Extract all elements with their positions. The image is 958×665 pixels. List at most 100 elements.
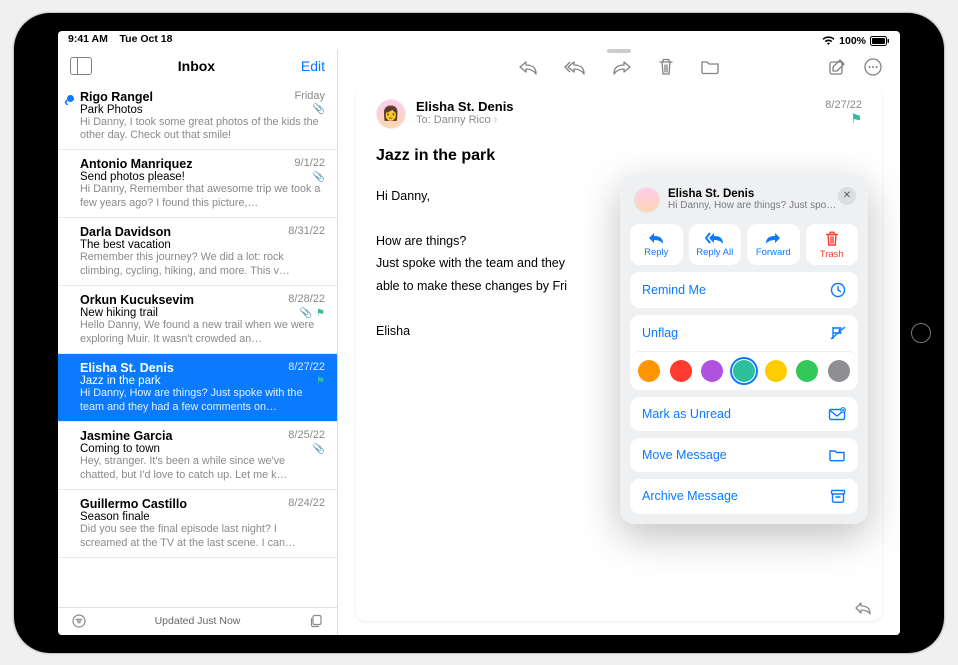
sheet-preview: Hi Danny, How are things? Just spoke… xyxy=(668,200,838,211)
row-sender: Elisha St. Denis xyxy=(80,361,174,375)
flag-icon[interactable]: ⚑ xyxy=(825,111,862,127)
unflag-button[interactable]: Unflag xyxy=(630,315,858,351)
battery-icon xyxy=(870,36,890,46)
message-row[interactable]: Guillermo Castillo8/24/22Season finaleDi… xyxy=(58,490,337,558)
remind-me-label: Remind Me xyxy=(642,283,706,297)
mark-unread-label: Mark as Unread xyxy=(642,407,731,421)
sender-avatar[interactable]: 👩 xyxy=(376,99,406,129)
row-date: Friday xyxy=(294,90,325,104)
row-date: 8/31/22 xyxy=(288,225,325,239)
sheet-sender-name: Elisha St. Denis xyxy=(668,188,838,200)
row-sender: Orkun Kucuksevim xyxy=(80,293,194,307)
chevron-back-icon[interactable]: ‹ xyxy=(64,93,69,109)
edit-button[interactable]: Edit xyxy=(301,58,325,74)
list-footer: Updated Just Now xyxy=(58,607,337,635)
trash-button[interactable]: Trash xyxy=(806,224,859,265)
unflag-label: Unflag xyxy=(642,326,678,340)
paperclip-icon: 📎 xyxy=(313,172,325,183)
forward-icon[interactable] xyxy=(612,59,632,75)
sidebar-toggle-button[interactable] xyxy=(70,57,92,75)
message-row[interactable]: Elisha St. Denis 8/27/22 Jazz in the park ⚑… xyxy=(58,354,337,422)
archive-icon xyxy=(830,489,846,504)
status-bar: 9:41 AM Tue Oct 18 100% xyxy=(58,31,900,49)
battery-percent: 100% xyxy=(839,35,866,47)
reply-icon[interactable] xyxy=(518,59,538,75)
row-indicators: 📎 xyxy=(313,104,325,115)
message-list[interactable]: ‹Rigo RangelFridayPark Photos📎Hi Danny, … xyxy=(58,83,337,607)
message-row[interactable]: ‹ Rigo Rangel Friday Park Photos 📎Hi Danny, … xyxy=(58,83,337,151)
clock-icon xyxy=(830,282,846,298)
row-sender: Darla Davidson xyxy=(80,225,171,239)
row-sender: Jasmine Garcia xyxy=(80,429,172,443)
folder-move-icon xyxy=(828,448,846,462)
detail-subject: Jazz in the park xyxy=(376,147,862,165)
row-sender: Rigo Rangel xyxy=(80,90,153,104)
home-button[interactable] xyxy=(911,323,931,343)
row-subject: Park Photos xyxy=(80,104,143,116)
flag-color-yellow[interactable] xyxy=(765,360,787,382)
updated-status: Updated Just Now xyxy=(86,615,309,627)
thread-reply-icon[interactable] xyxy=(854,601,872,615)
row-indicators: ⚑ xyxy=(316,376,325,387)
forward-button[interactable]: Forward xyxy=(747,224,800,265)
row-subject: Coming to town xyxy=(80,443,160,455)
row-date: 9/1/22 xyxy=(294,157,325,171)
paperclip-icon: 📎 xyxy=(313,104,325,115)
row-preview: Remember this journey? We did a lot: roc… xyxy=(80,251,325,278)
archive-message-button[interactable]: Archive Message xyxy=(630,479,858,514)
mailbox-list-pane: Inbox Edit ‹ Rigo Rangel Friday Park Photos… xyxy=(58,49,338,635)
sheet-close-button[interactable]: ✕ xyxy=(838,187,856,205)
copy-icon[interactable] xyxy=(309,614,323,628)
list-header: Inbox Edit xyxy=(58,49,337,83)
flag-color-teal[interactable] xyxy=(733,360,755,382)
sheet-header: Elisha St. Denis Hi Danny, How are thing… xyxy=(630,185,858,217)
row-subject: The best vacation xyxy=(80,239,171,251)
move-message-button[interactable]: Move Message xyxy=(630,438,858,472)
reply-all-button[interactable]: Reply All xyxy=(689,224,742,265)
folder-icon[interactable] xyxy=(700,59,720,75)
status-left: 9:41 AM Tue Oct 18 xyxy=(68,33,172,49)
to-line[interactable]: To: Danny Rico › xyxy=(416,114,514,126)
forward-label: Forward xyxy=(756,247,791,258)
flag-color-orange[interactable] xyxy=(638,360,660,382)
message-row[interactable]: Antonio Manriquez9/1/22Send photos pleas… xyxy=(58,150,337,218)
remind-me-button[interactable]: Remind Me xyxy=(630,272,858,308)
trash-icon[interactable] xyxy=(658,58,674,76)
row-preview: Hi Danny, I took some great photos of th… xyxy=(80,116,325,143)
detail-toolbar xyxy=(338,49,900,85)
paperclip-icon: 📎 xyxy=(313,444,325,455)
move-message-label: Move Message xyxy=(642,448,727,462)
flag-color-gray[interactable] xyxy=(828,360,850,382)
flag-group: Unflag xyxy=(630,315,858,390)
row-preview: Hello Danny, We found a new trail when w… xyxy=(80,319,325,346)
flag-color-green[interactable] xyxy=(796,360,818,382)
chevron-right-icon: › xyxy=(494,114,498,126)
archive-message-label: Archive Message xyxy=(642,489,738,503)
row-sender: Antonio Manriquez xyxy=(80,157,193,171)
message-row[interactable]: Darla Davidson 8/31/22 The best vacationRe… xyxy=(58,218,337,286)
status-right: 100% xyxy=(822,33,890,49)
flag-color-red[interactable] xyxy=(670,360,692,382)
detail-date: 8/27/22 xyxy=(825,99,862,111)
row-subject: New hiking trail xyxy=(80,307,158,319)
reply-all-icon[interactable] xyxy=(564,59,586,75)
reply-label: Reply xyxy=(644,247,668,258)
row-date: 8/27/22 xyxy=(288,361,325,375)
reply-all-label: Reply All xyxy=(696,247,733,258)
filter-icon[interactable] xyxy=(72,614,86,628)
reply-button[interactable]: Reply xyxy=(630,224,683,265)
sheet-avatar xyxy=(634,187,660,213)
status-date: Tue Oct 18 xyxy=(120,33,173,45)
message-row[interactable]: Jasmine Garcia8/25/22Coming to town📎Hey,… xyxy=(58,422,337,490)
row-subject: Jazz in the park xyxy=(80,375,161,387)
paperclip-icon: 📎 xyxy=(300,308,312,319)
more-icon[interactable] xyxy=(864,58,882,76)
from-name[interactable]: Elisha St. Denis xyxy=(416,99,514,114)
compose-icon[interactable] xyxy=(828,58,846,76)
flag-color-row xyxy=(630,351,858,390)
row-preview: Hi Danny, How are things? Just spoke wit… xyxy=(80,387,325,414)
flag-color-purple[interactable] xyxy=(701,360,723,382)
message-row[interactable]: Orkun Kucuksevim8/28/22New hiking trail📎… xyxy=(58,286,337,354)
row-indicators: 📎 xyxy=(313,444,325,455)
mark-unread-button[interactable]: Mark as Unread xyxy=(630,397,858,431)
